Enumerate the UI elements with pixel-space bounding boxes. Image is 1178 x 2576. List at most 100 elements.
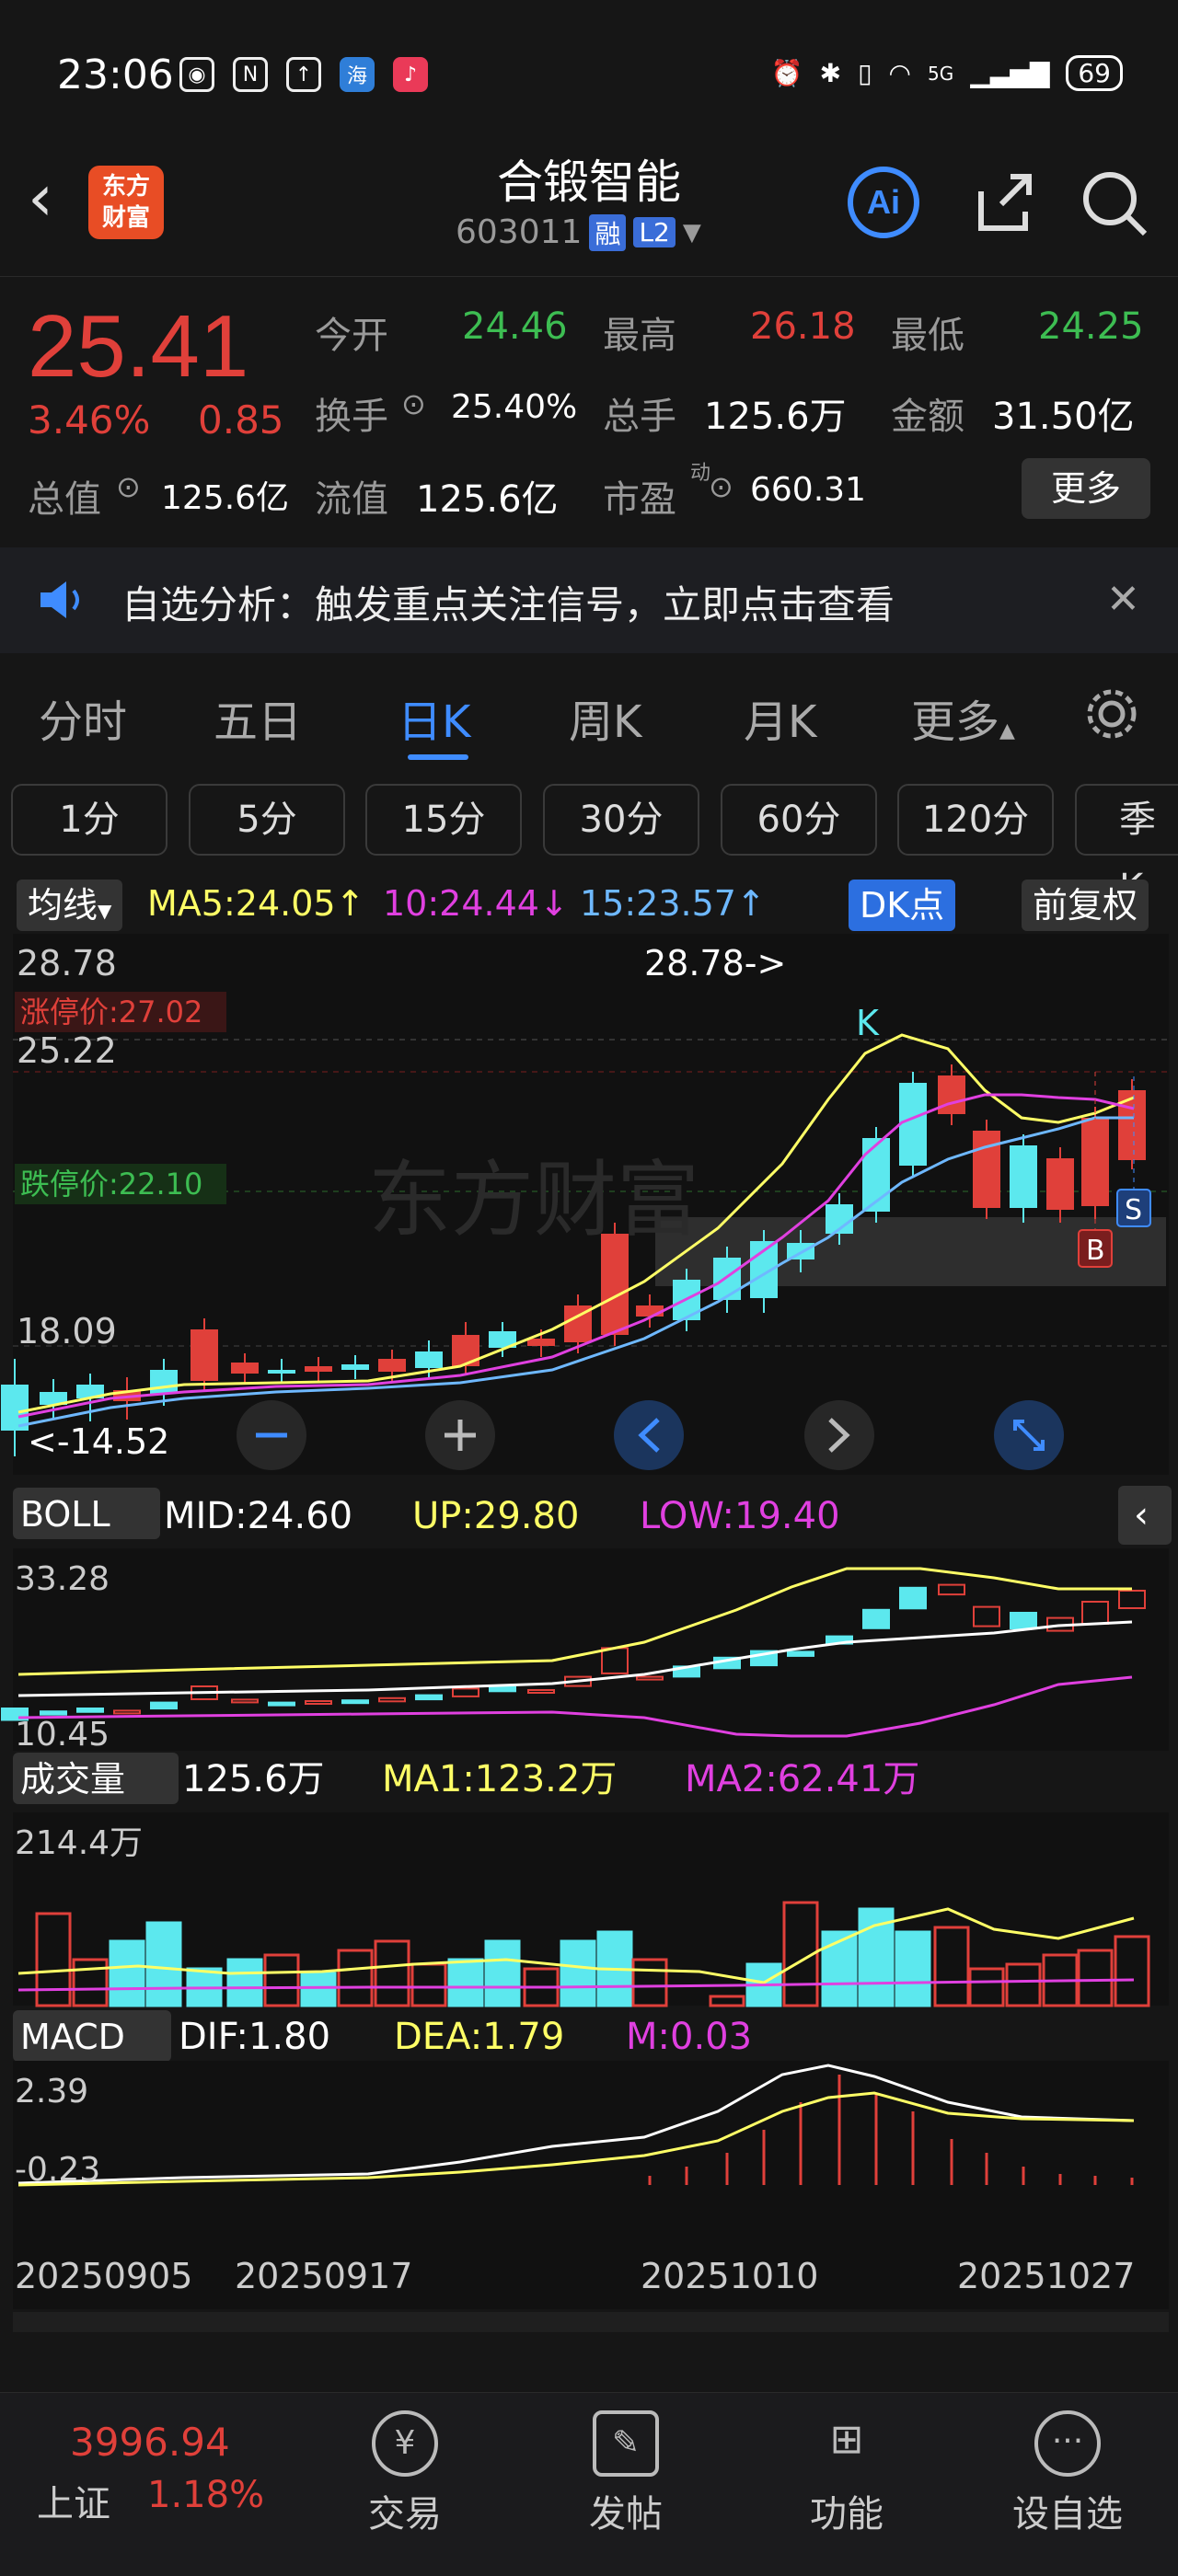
mktcap-value: 125.6亿 (161, 479, 290, 517)
boll-candle (787, 1650, 814, 1657)
tab-monthly-k[interactable]: 月K (744, 685, 816, 750)
pe-label: 市盈 (603, 478, 676, 521)
candle-body (601, 1234, 629, 1335)
volume-bar (560, 1939, 596, 2007)
boll-candle (489, 1685, 516, 1693)
zoom-in-button[interactable] (425, 1400, 495, 1470)
nav-trade-label: 交易 (368, 2493, 442, 2536)
index-ticker[interactable]: 3996.94 上证 1.18% (37, 2420, 304, 2527)
candle-body (378, 1359, 406, 1372)
nav-post-label: 发帖 (589, 2493, 663, 2536)
tab-five-day[interactable]: 五日 (214, 685, 302, 750)
boll-candle (862, 1608, 890, 1629)
volume-top-value: 214.4万 (15, 1824, 143, 1862)
macd-bottom-value: -0.23 (15, 2151, 100, 2189)
battery-indicator: 69 (1066, 55, 1123, 91)
close-icon[interactable]: ✕ (1106, 576, 1140, 623)
candle-body (1118, 1090, 1146, 1160)
info-icon[interactable]: ⊙ (709, 469, 733, 504)
candle-body (899, 1083, 927, 1166)
ma-selector[interactable]: 均线▼ (17, 880, 123, 931)
eye-icon: ◉ (179, 57, 214, 92)
date-label: 20251027 (957, 2256, 1135, 2296)
bluetooth-icon: ✱ (819, 58, 842, 88)
nfc-icon: N (233, 57, 268, 92)
low-value: 24.25 (1038, 305, 1144, 348)
period-30min[interactable]: 30分 (543, 784, 699, 856)
speaker-icon (35, 576, 90, 627)
stock-code: 603011 (456, 213, 583, 251)
period-1min[interactable]: 1分 (11, 784, 167, 856)
period-120min[interactable]: 120分 (897, 784, 1054, 856)
index-pct: 1.18% (147, 2474, 265, 2516)
volume-bar (484, 1939, 521, 2007)
candle-body (938, 1075, 965, 1114)
stock-code-row[interactable]: 603011 融 L2 ▼ (456, 213, 701, 251)
more-dots-icon: ··· (1034, 2410, 1101, 2477)
nav-post[interactable]: ✎ 发帖 (561, 2410, 690, 2537)
period-quarter-k[interactable]: 季K (1075, 784, 1178, 909)
amount-value: 31.50亿 (992, 396, 1135, 438)
period-60min[interactable]: 60分 (721, 784, 877, 856)
ma5-text: MA5:24.05 (147, 883, 336, 924)
boll-candle (341, 1699, 369, 1705)
adjust-button[interactable]: 前复权 (1022, 880, 1149, 931)
open-label: 今开 (315, 315, 388, 357)
dk-point-button[interactable]: DK点 (849, 880, 956, 931)
axis-price-3: 18.09 (17, 1311, 117, 1351)
nav-trade[interactable]: ¥ 交易 (341, 2410, 469, 2537)
level2-tag: L2 (633, 217, 676, 247)
index-value: 3996.94 (70, 2420, 230, 2465)
pe-value: 660.31 (750, 471, 866, 509)
fullscreen-button[interactable] (994, 1400, 1064, 1470)
candle-body (1010, 1145, 1037, 1208)
caret-down-icon: ▼ (98, 900, 112, 922)
nav-add-watchlist[interactable]: ··· 设自选 (1003, 2410, 1132, 2537)
gear-icon[interactable] (1082, 684, 1141, 747)
more-button[interactable]: 更多 (1022, 458, 1150, 519)
candle-body (231, 1363, 259, 1374)
chevron-down-icon: ▼ (682, 218, 701, 247)
scroll-right-button[interactable] (804, 1400, 874, 1470)
boll-candle (1010, 1612, 1037, 1629)
volume-bar (895, 1930, 931, 2007)
volume-bar (145, 1921, 182, 2007)
mktcap-label: 总值 (28, 478, 101, 521)
tab-intraday[interactable]: 分时 (39, 685, 127, 750)
index-name: 上证 (37, 2483, 110, 2525)
info-icon[interactable]: ⊙ (401, 386, 426, 421)
tab-daily-k[interactable]: 日K (398, 685, 470, 750)
boll-bottom-value: 10.45 (15, 1716, 110, 1754)
limit-up-label: 涨停价:27.02 (20, 995, 202, 1029)
open-value: 24.46 (462, 305, 568, 348)
tab-weekly-k[interactable]: 周K (569, 685, 641, 750)
zoom-out-button[interactable] (237, 1400, 306, 1470)
boll-candle (899, 1586, 927, 1610)
volume-bar (109, 1939, 145, 2007)
share-icon[interactable] (964, 164, 1042, 241)
scroll-left-button[interactable] (614, 1400, 684, 1470)
macd-label: MACD (20, 2017, 125, 2057)
candle-body (527, 1339, 555, 1346)
network-label: 5G (927, 62, 954, 85)
boll-low: LOW:19.40 (640, 1495, 840, 1537)
change-amount: 0.85 (198, 397, 284, 443)
candle-body (150, 1370, 178, 1394)
macd-m: M:0.03 (626, 2016, 752, 2058)
volume-bar (226, 1958, 263, 2007)
stock-chart[interactable]: 东方财富 28.78 涨停价:27.02 25.22 跌停价:22.10 18.… (0, 934, 1178, 2341)
wifi-icon: ◠ (888, 58, 911, 88)
search-icon[interactable] (1075, 164, 1152, 241)
info-icon[interactable]: ⊙ (116, 469, 141, 504)
notice-text: 自选分析：触发重点关注信号，立即点击查看 (121, 582, 895, 627)
date-label: 20251010 (641, 2256, 818, 2296)
tab-more[interactable]: 更多▲ (911, 685, 1015, 750)
ai-icon[interactable]: Ai (845, 164, 922, 241)
volume-ma2: MA2:62.41万 (685, 1758, 919, 1800)
nav-function[interactable]: ⊞ 功能 (782, 2410, 911, 2537)
ma10-value: 10:24.44↓ (383, 883, 569, 924)
margin-tag: 融 (589, 213, 627, 251)
period-15min[interactable]: 15分 (365, 784, 522, 856)
ma10-text: 10:24.44 (383, 883, 539, 924)
period-5min[interactable]: 5分 (189, 784, 345, 856)
